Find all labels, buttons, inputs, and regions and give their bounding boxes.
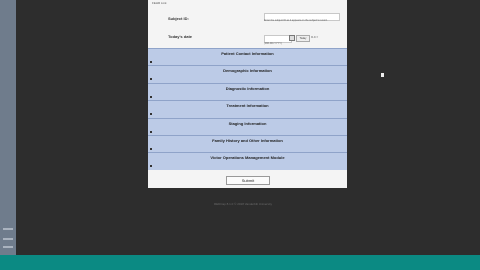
section-title: Staging Information: [228, 121, 267, 126]
section-title: Victor Operations Management Module: [210, 155, 285, 160]
bullet-icon: [150, 61, 152, 63]
bullet-icon: [150, 148, 152, 150]
section-title: Family History and Other Information: [212, 138, 283, 143]
section-title: Patient Contact Information: [221, 51, 274, 56]
survey-form: FEHR Link Subject ID: Enter the subject …: [148, 0, 347, 188]
section-operations-module[interactable]: Victor Operations Management Module: [148, 152, 347, 170]
section-staging[interactable]: Staging Information: [148, 118, 347, 136]
today-button[interactable]: Today: [296, 35, 310, 42]
sidebar-notch: [3, 246, 13, 248]
mouse-cursor-icon: [381, 73, 384, 77]
bottom-taskbar: [0, 255, 480, 270]
todays-date-label: Today's date: [168, 34, 192, 39]
bullet-icon: [150, 165, 152, 167]
subject-id-help: Enter the subject ID as it appears on th…: [264, 19, 328, 22]
section-family-history[interactable]: Family History and Other Information: [148, 135, 347, 153]
section-title: Diagnostic Information: [225, 86, 270, 91]
sidebar-notch: [3, 228, 13, 230]
date-format-hint: (MM-DD-YYYY): [264, 42, 282, 45]
section-title: Demographic Information: [223, 68, 272, 73]
footer-text: REDCap 8.1.0 © 2018 Vanderbilt Universit…: [214, 202, 273, 206]
left-sidebar-strip: [0, 0, 16, 255]
section-diagnostic[interactable]: Diagnostic Information: [148, 83, 347, 101]
bullet-icon: [150, 96, 152, 98]
section-treatment[interactable]: Treatment Information: [148, 100, 347, 118]
sidebar-notch: [3, 238, 13, 240]
bullet-icon: [150, 78, 152, 80]
bullet-icon: [150, 113, 152, 115]
form-top-label: FEHR Link: [152, 1, 167, 5]
submit-button[interactable]: Submit: [226, 176, 270, 185]
subject-id-label: Subject ID:: [168, 16, 189, 21]
section-title: Treatment Information: [226, 103, 269, 108]
calendar-icon[interactable]: [289, 35, 295, 41]
date-hint: M-D-Y: [311, 36, 319, 39]
bullet-icon: [150, 131, 152, 133]
section-demographic[interactable]: Demographic Information: [148, 65, 347, 83]
section-patient-contact[interactable]: Patient Contact Information: [148, 48, 347, 66]
